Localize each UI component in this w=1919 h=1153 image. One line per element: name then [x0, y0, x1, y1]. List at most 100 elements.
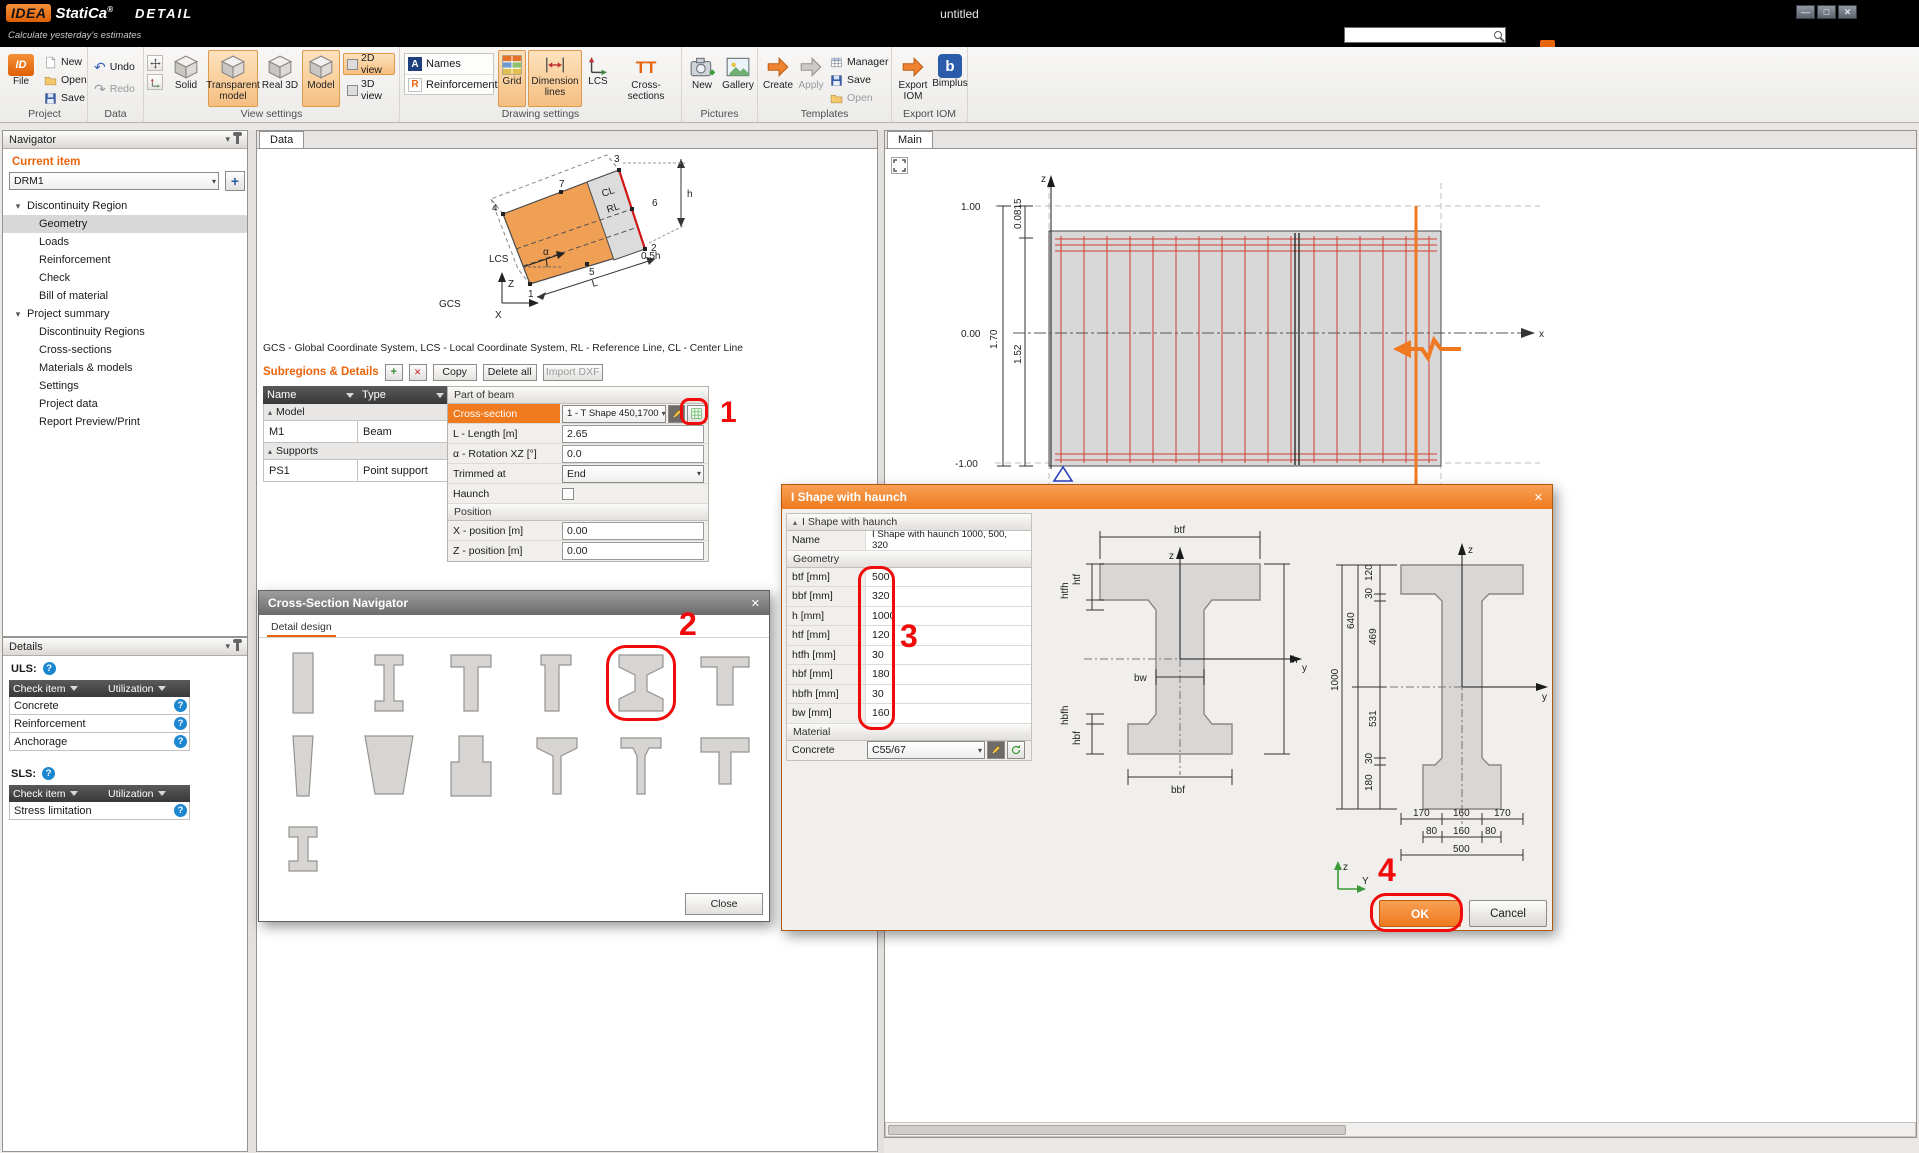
x-position-input[interactable]: 0.00 — [562, 522, 704, 540]
cs-shape-t[interactable] — [440, 650, 502, 716]
splitter[interactable] — [248, 130, 256, 1153]
z-position-input[interactable]: 0.00 — [562, 542, 704, 560]
delete-all-button[interactable]: Delete all — [483, 364, 537, 381]
horizontal-scrollbar[interactable] — [885, 1122, 1916, 1137]
add-item-button[interactable]: + — [225, 171, 245, 191]
save-project-button[interactable]: Save — [44, 90, 85, 106]
solid-view-button[interactable]: Solid — [166, 50, 206, 107]
apply-template-button[interactable]: Apply — [796, 50, 826, 107]
dimension-lines-button[interactable]: Dimension lines — [528, 50, 582, 107]
trimmed-at-select[interactable]: End▾ — [562, 465, 704, 483]
cs-shape-trapezoid-wide[interactable] — [358, 733, 420, 799]
delete-subregion-button[interactable]: ✕ — [409, 364, 427, 381]
edit-material-button[interactable] — [987, 741, 1005, 759]
tree-item-bill-of-material[interactable]: Bill of material — [3, 287, 247, 305]
table-row[interactable]: Anchorage? — [9, 733, 190, 751]
real-3d-button[interactable]: Real 3D — [260, 50, 300, 107]
cs-shape-rectangle[interactable] — [272, 650, 334, 716]
search-box[interactable] — [1344, 27, 1506, 43]
htfh-input[interactable]: 30 — [865, 646, 1031, 665]
group-row-model[interactable]: ▴Model — [263, 404, 448, 421]
rotation-input[interactable]: 0.0 — [562, 445, 704, 463]
cs-shape-t-wide[interactable] — [694, 650, 756, 716]
copy-button[interactable]: Copy — [433, 364, 477, 381]
filter-icon[interactable] — [346, 393, 354, 398]
tab-detail-design[interactable]: Detail design — [267, 619, 336, 637]
scrollbar-thumb[interactable] — [888, 1125, 1346, 1135]
tree-item-check[interactable]: Check — [3, 269, 247, 287]
cross-sections-button[interactable]: TTCross-sections — [612, 50, 680, 107]
help-icon[interactable]: ? — [43, 662, 56, 675]
help-icon[interactable]: ? — [174, 735, 187, 748]
window-minimize-button[interactable]: — — [1796, 5, 1815, 19]
cs-shape-i-haunch[interactable] — [610, 650, 672, 716]
cs-shape-t-taper[interactable] — [526, 733, 588, 799]
table-row[interactable]: Concrete? — [9, 697, 190, 715]
hbf-input[interactable]: 180 — [865, 665, 1031, 684]
export-iom-button[interactable]: Export IOM — [894, 50, 932, 107]
haunch-checkbox[interactable] — [562, 488, 574, 500]
table-row[interactable]: Reinforcement? — [9, 715, 190, 733]
tree-item-discontinuity-regions[interactable]: Discontinuity Regions — [3, 323, 247, 341]
reinforcement-toggle[interactable]: RReinforcement — [405, 74, 493, 94]
redo-button[interactable]: ↷Redo — [94, 81, 135, 97]
current-item-select[interactable]: DRM1 ▾ — [9, 172, 219, 190]
tree-item-settings[interactable]: Settings — [3, 377, 247, 395]
window-close-button[interactable]: ✕ — [1838, 5, 1857, 19]
ok-button[interactable]: OK — [1379, 900, 1461, 927]
cs-shape-i-small[interactable] — [272, 816, 334, 882]
tree-item-project-data[interactable]: Project data — [3, 395, 247, 413]
bw-input[interactable]: 160 — [865, 704, 1031, 723]
cs-shape-t-haunch[interactable] — [610, 733, 672, 799]
tab-data[interactable]: Data — [259, 131, 304, 148]
pin-icon[interactable] — [236, 642, 239, 651]
group-row-supports[interactable]: ▴Supports — [263, 443, 448, 460]
tree-item-geometry[interactable]: Geometry — [3, 215, 247, 233]
h-input[interactable]: 1000 — [865, 607, 1031, 626]
tree-item-reinforcement[interactable]: Reinforcement — [3, 251, 247, 269]
template-manager-button[interactable]: Manager — [830, 54, 888, 70]
cancel-button[interactable]: Cancel — [1469, 900, 1547, 927]
name-input[interactable]: I Shape with haunch 1000, 500, 320 — [865, 531, 1031, 550]
filter-icon[interactable] — [158, 686, 166, 691]
cs-shape-l[interactable] — [526, 650, 588, 716]
table-row[interactable]: M1Beam — [263, 421, 448, 443]
import-dxf-button[interactable]: Import DXF — [543, 364, 603, 381]
names-toggle[interactable]: ANames — [405, 54, 493, 74]
cs-shape-step[interactable] — [440, 733, 502, 799]
model-view-button[interactable]: Model — [302, 50, 340, 107]
tree-item-loads[interactable]: Loads — [3, 233, 247, 251]
view-3d-button[interactable]: 3D view — [343, 79, 395, 101]
grid-toggle-button[interactable]: Grid — [498, 50, 526, 107]
table-row[interactable]: Stress limitation? — [9, 802, 190, 820]
help-icon[interactable]: ? — [174, 717, 187, 730]
help-icon[interactable]: ? — [174, 699, 187, 712]
filter-icon[interactable] — [436, 393, 444, 398]
search-input[interactable] — [1348, 29, 1494, 41]
htf-input[interactable]: 120 — [865, 626, 1031, 645]
edit-cross-section-button[interactable] — [668, 405, 685, 423]
tree-item-project-summary[interactable]: ▾Project summary — [3, 305, 247, 323]
close-button[interactable]: Close — [685, 893, 763, 915]
tree-item-cross-sections[interactable]: Cross-sections — [3, 341, 247, 359]
transparent-model-button[interactable]: Transparent model — [208, 50, 258, 107]
cs-shape-i[interactable] — [358, 650, 420, 716]
hbfh-input[interactable]: 30 — [865, 685, 1031, 704]
add-subregion-button[interactable]: + — [385, 364, 403, 381]
concrete-select[interactable]: C55/67▾ — [867, 741, 985, 759]
btf-input[interactable]: 500 — [865, 568, 1031, 587]
pin-icon[interactable] — [236, 135, 239, 144]
browse-cross-section-button[interactable] — [687, 405, 706, 423]
filter-icon[interactable] — [158, 791, 166, 796]
close-icon[interactable]: ✕ — [751, 597, 760, 610]
help-icon[interactable]: ? — [174, 804, 187, 817]
axes-view-button[interactable] — [147, 74, 163, 90]
move-view-button[interactable] — [147, 55, 163, 71]
gallery-button[interactable]: Gallery — [720, 50, 756, 107]
create-template-button[interactable]: Create — [762, 50, 794, 107]
close-icon[interactable]: ✕ — [1534, 491, 1543, 504]
file-button[interactable]: ID File — [4, 50, 38, 107]
collapse-icon[interactable]: ▾ — [225, 134, 230, 145]
cross-section-select[interactable]: 1 - T Shape 450,1700▾ — [562, 405, 666, 423]
length-input[interactable]: 2.65 — [562, 425, 704, 443]
